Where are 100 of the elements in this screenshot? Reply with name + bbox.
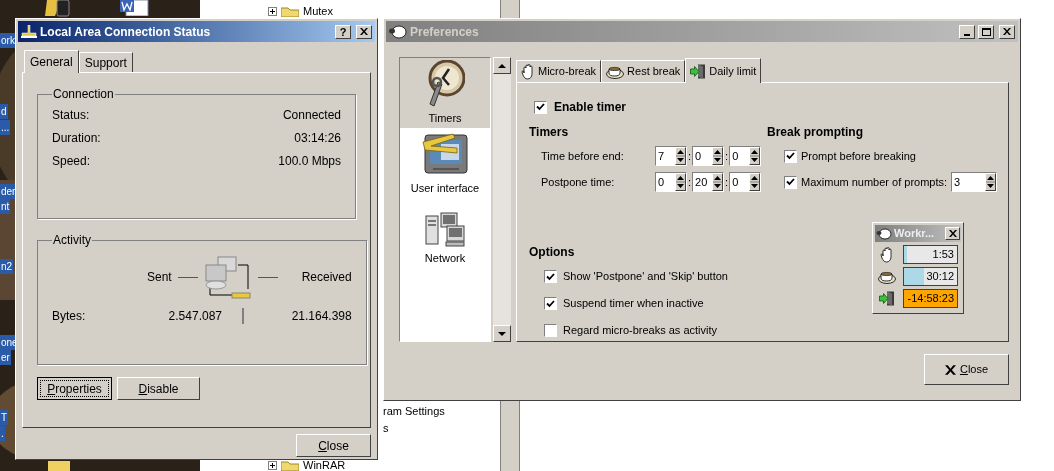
document-icon — [120, 0, 150, 16]
spin-field[interactable]: 0 — [729, 146, 762, 166]
scrollbar[interactable] — [493, 57, 511, 342]
group-title: Connection — [52, 86, 115, 103]
spin-arrows-icon — [750, 148, 760, 164]
close-button[interactable]: Close — [924, 354, 1009, 385]
disable-button[interactable]: Disable — [117, 377, 200, 400]
desktop-icon-label[interactable]: d — [0, 104, 8, 119]
properties-button[interactable]: Properties — [37, 377, 112, 400]
sidebar-item[interactable]: Timers — [400, 58, 490, 128]
spin-arrows-icon — [676, 174, 685, 190]
phone-icon — [45, 0, 71, 18]
time-separator: : — [687, 148, 693, 164]
field-value: Connected — [282, 107, 341, 124]
close-icon — [1003, 28, 1011, 35]
desktop-icon-label[interactable]: er — [0, 350, 11, 365]
spin-arrows-icon — [676, 148, 685, 164]
expand-icon[interactable] — [268, 7, 277, 16]
close-icon — [360, 28, 368, 35]
hand-icon — [521, 63, 535, 80]
close-icon — [944, 364, 956, 375]
sent-bytes: 2.547.087 — [167, 308, 222, 325]
checkbox-label: Enable timer — [554, 99, 627, 116]
tab[interactable]: Micro-break — [516, 60, 602, 82]
spin-arrows-icon — [713, 148, 723, 164]
checkmark-icon — [786, 178, 795, 186]
tree-item[interactable]: s — [383, 423, 389, 434]
maximize-icon — [981, 27, 991, 36]
spin-field[interactable]: 0 — [692, 146, 725, 166]
help-button[interactable]: ? — [335, 24, 351, 39]
minimize-icon — [964, 33, 970, 36]
checkbox[interactable] — [544, 324, 557, 337]
tree-item[interactable]: WinRAR — [303, 460, 346, 471]
received-label: Received — [301, 269, 352, 286]
spin-arrows-icon — [713, 174, 723, 190]
spin-arrows-icon — [750, 174, 760, 190]
checkmark-icon — [786, 152, 795, 160]
close-button[interactable] — [999, 24, 1015, 39]
section-heading: Break prompting — [767, 125, 863, 139]
timer-value: 30:12 — [926, 269, 954, 284]
field-label: Status: — [52, 107, 90, 124]
spin-arrows-icon — [986, 174, 996, 190]
desktop-icon-label[interactable]: nt — [0, 199, 11, 214]
timer-value: 1:53 — [932, 247, 954, 262]
time-separator: : — [724, 174, 730, 190]
checkmark-icon — [546, 299, 555, 308]
bytes-label: Bytes: — [52, 308, 87, 325]
checkbox[interactable] — [784, 175, 797, 189]
close-button[interactable] — [356, 24, 372, 39]
close-button[interactable] — [945, 227, 960, 240]
door-arrow-icon — [879, 291, 895, 306]
close-button[interactable]: Close — [296, 434, 371, 457]
desktop-icon-label[interactable]: ork — [0, 33, 16, 48]
cup-icon — [606, 64, 625, 79]
checkbox[interactable] — [534, 100, 547, 114]
checkmark-icon — [546, 272, 555, 281]
field-label: Duration: — [52, 130, 101, 147]
checkbox[interactable] — [784, 149, 797, 163]
checkbox-label: Show 'Postpone' and 'Skip' button — [563, 269, 728, 285]
section-heading: Timers — [529, 125, 569, 139]
field-value: 100.0 Mbps — [278, 153, 341, 170]
field-label: Time before end: — [541, 148, 625, 164]
window-title: Workr... — [894, 226, 936, 242]
spin-field[interactable]: 0 — [655, 172, 687, 192]
tab[interactable]: Support — [78, 52, 133, 72]
scroll-up-icon — [498, 63, 506, 68]
window-title: Preferences — [410, 23, 480, 41]
spin-field[interactable]: 3 — [951, 172, 998, 192]
tree-item[interactable]: ram Settings — [383, 406, 445, 417]
spin-field[interactable]: 20 — [692, 172, 725, 192]
expand-icon[interactable] — [268, 461, 277, 470]
checkbox-label: Maximum number of prompts: — [801, 174, 948, 190]
spin-field[interactable]: 0 — [729, 172, 762, 192]
checkbox-label: Regard micro-breaks as activity — [563, 323, 718, 339]
maximize-button[interactable] — [978, 24, 994, 39]
tree-item[interactable]: Mutex — [303, 6, 333, 17]
time-separator: : — [724, 148, 730, 164]
checkmark-icon — [536, 103, 545, 111]
section-heading: Options — [529, 245, 575, 259]
spin-field[interactable]: 7 — [655, 146, 687, 166]
scrollbar[interactable] — [500, 0, 520, 18]
sent-label: Sent — [147, 269, 172, 286]
desktop-icon-label[interactable]: n2 — [0, 259, 14, 274]
checkbox[interactable] — [544, 270, 557, 283]
computers-icon — [425, 211, 465, 248]
field-label: Postpone time: — [541, 174, 616, 190]
desktop-icon-label[interactable]: ... — [0, 120, 11, 135]
tab[interactable]: General — [24, 50, 79, 73]
checkbox[interactable] — [544, 297, 557, 310]
desktop-icon-label[interactable]: . — [0, 426, 5, 441]
checkbox-label: Prompt before breaking — [801, 148, 916, 164]
desktop-icon-label[interactable]: der — [0, 184, 17, 199]
group-title: Activity — [52, 232, 92, 249]
tab[interactable]: Rest break — [601, 60, 686, 82]
desktop-icon-label[interactable]: T — [0, 410, 9, 425]
door-arrow-icon — [690, 63, 707, 79]
network-icon — [21, 24, 37, 39]
scrollbar[interactable] — [500, 401, 520, 471]
minimize-button[interactable] — [959, 24, 975, 39]
tab[interactable]: Daily limit — [685, 58, 762, 83]
